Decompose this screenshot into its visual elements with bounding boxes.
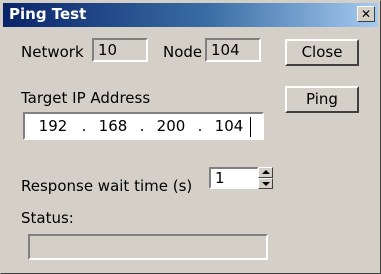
arrow-up-icon	[262, 170, 270, 174]
text-caret	[250, 117, 251, 137]
spin-up-button[interactable]	[258, 167, 273, 178]
close-button[interactable]: Close	[285, 39, 359, 66]
title-bar[interactable]: Ping Test ✕	[3, 3, 378, 27]
ping-test-dialog: Ping Test ✕ Network 10 Node 104 Close Pi…	[0, 0, 381, 274]
network-field: 10	[92, 38, 148, 62]
target-ip-label: Target IP Address	[21, 89, 151, 107]
network-label: Network	[21, 43, 84, 61]
response-wait-label: Response wait time (s)	[21, 177, 193, 195]
ip-octet-1[interactable]: 192	[31, 114, 75, 138]
node-label: Node	[163, 43, 203, 61]
status-label: Status:	[21, 209, 74, 227]
window-title: Ping Test	[9, 5, 87, 23]
ip-octet-4[interactable]: 104	[207, 114, 251, 138]
target-ip-input[interactable]: 192 . 168 . 200 . 104	[23, 112, 264, 140]
arrow-down-icon	[262, 182, 270, 186]
ip-dot-2: .	[139, 117, 145, 135]
ip-octet-3[interactable]: 200	[149, 114, 193, 138]
close-icon[interactable]: ✕	[357, 6, 375, 22]
ip-octet-2[interactable]: 168	[91, 114, 135, 138]
ip-dot-3: .	[197, 117, 203, 135]
response-wait-input[interactable]: 1	[209, 167, 259, 189]
node-field: 104	[205, 38, 261, 62]
ip-dot-1: .	[81, 117, 87, 135]
ping-button[interactable]: Ping	[285, 86, 359, 113]
status-field	[28, 234, 268, 260]
response-wait-spinner: 1	[209, 167, 273, 189]
spin-down-button[interactable]	[258, 178, 273, 189]
